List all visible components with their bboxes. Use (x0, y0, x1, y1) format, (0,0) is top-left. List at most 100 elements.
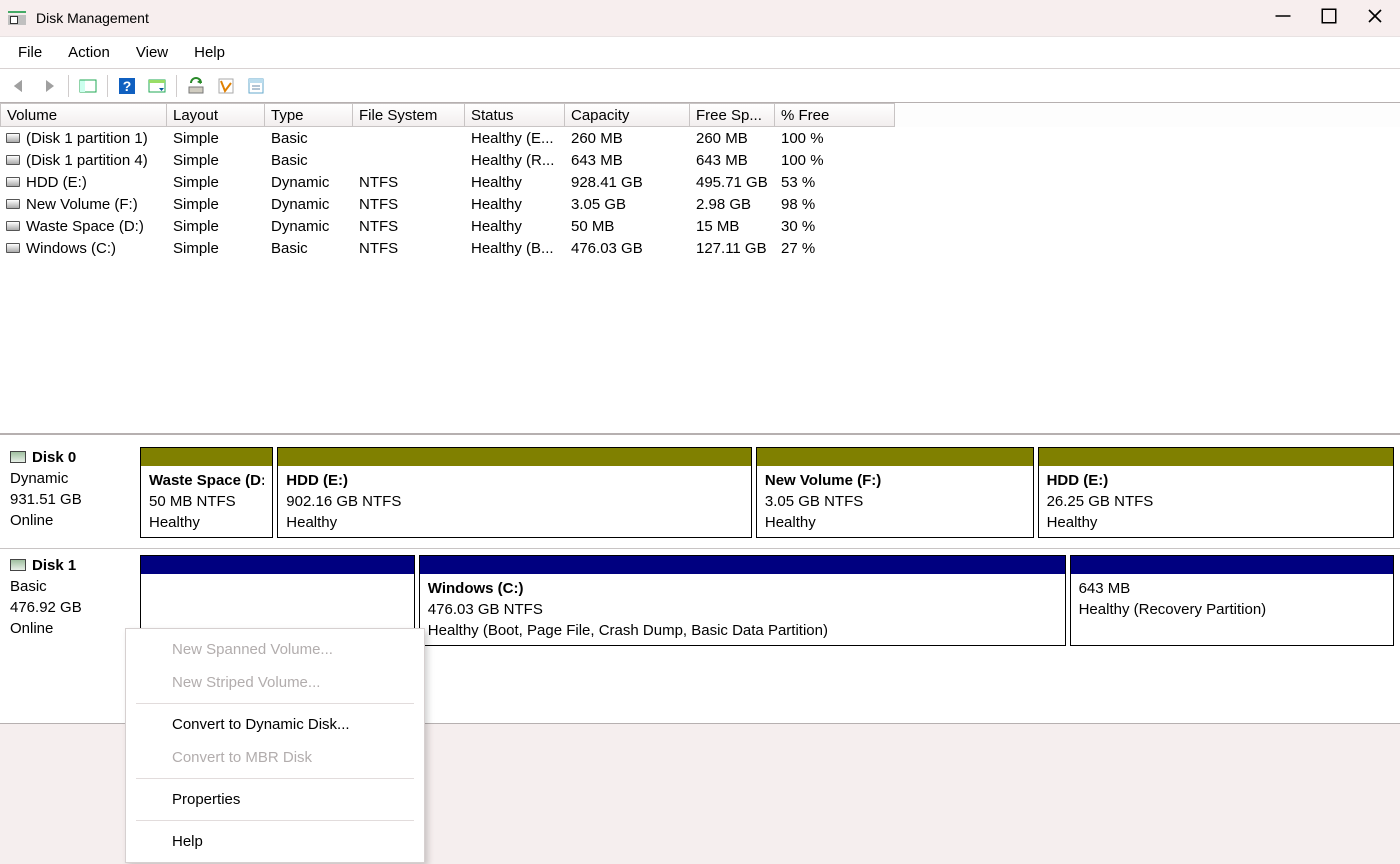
menu-help[interactable]: Help (182, 40, 237, 65)
toolbar: ? (0, 68, 1400, 102)
disk-name: Disk 0 (32, 449, 76, 466)
disk-name: Disk 1 (32, 557, 76, 574)
disk-size: 931.51 GB (10, 489, 136, 510)
volume-capacity: 50 MB (565, 218, 690, 235)
menu-file[interactable]: File (6, 40, 54, 65)
volume-name: (Disk 1 partition 1) (26, 130, 148, 147)
volume-layout: Simple (167, 240, 265, 257)
partition-health: Healthy (1047, 512, 1385, 533)
partition-stripe (1039, 448, 1393, 466)
partition[interactable]: Windows (C:)476.03 GB NTFSHealthy (Boot,… (419, 555, 1066, 646)
window-title: Disk Management (36, 10, 1260, 26)
col-type[interactable]: Type (265, 103, 353, 127)
action-list-button[interactable] (142, 73, 172, 99)
volume-status: Healthy (465, 218, 565, 235)
partition-health: Healthy (Boot, Page File, Crash Dump, Ba… (428, 620, 1057, 641)
volume-pctfree: 27 % (775, 240, 895, 257)
volume-row[interactable]: New Volume (F:)SimpleDynamicNTFSHealthy3… (0, 193, 1400, 215)
volume-name: New Volume (F:) (26, 196, 138, 213)
context-menu-item[interactable]: Properties (126, 783, 424, 816)
close-button[interactable] (1352, 1, 1398, 31)
partition-stripe (141, 556, 414, 574)
volume-icon (6, 177, 20, 187)
context-menu-item: New Striped Volume... (126, 666, 424, 699)
volume-list-header: Volume Layout Type File System Status Ca… (0, 103, 1400, 127)
toolbar-separator (68, 75, 69, 97)
disk-icon (10, 451, 26, 463)
volume-type: Dynamic (265, 218, 353, 235)
col-freespace[interactable]: Free Sp... (690, 103, 775, 127)
partition-stripe (141, 448, 272, 466)
volume-icon (6, 243, 20, 253)
disk-row: Disk 0Dynamic931.51 GBOnlineWaste Space … (0, 441, 1400, 549)
properties-button[interactable] (241, 73, 271, 99)
context-menu-separator (136, 703, 414, 704)
volume-free: 260 MB (690, 130, 775, 147)
menu-view[interactable]: View (124, 40, 180, 65)
back-button[interactable] (4, 73, 34, 99)
volume-type: Dynamic (265, 174, 353, 191)
toolbar-separator (107, 75, 108, 97)
minimize-button[interactable] (1260, 1, 1306, 31)
col-capacity[interactable]: Capacity (565, 103, 690, 127)
col-pctfree[interactable]: % Free (775, 103, 895, 127)
volume-pctfree: 100 % (775, 130, 895, 147)
volume-icon (6, 199, 20, 209)
volume-capacity: 928.41 GB (565, 174, 690, 191)
volume-fs: NTFS (353, 240, 465, 257)
partition[interactable]: New Volume (F:)3.05 GB NTFSHealthy (756, 447, 1034, 538)
rescan-disks-button[interactable] (211, 73, 241, 99)
volume-fs: NTFS (353, 218, 465, 235)
partition-stripe (278, 448, 751, 466)
partition-name: HDD (E:) (286, 470, 743, 491)
volume-name: Waste Space (D:) (26, 218, 144, 235)
maximize-button[interactable] (1306, 1, 1352, 31)
col-layout[interactable]: Layout (167, 103, 265, 127)
volume-capacity: 476.03 GB (565, 240, 690, 257)
partition-info: 26.25 GB NTFS (1047, 491, 1385, 512)
disk-header[interactable]: Disk 0Dynamic931.51 GBOnline (6, 447, 136, 538)
volume-row[interactable]: HDD (E:)SimpleDynamicNTFSHealthy928.41 G… (0, 171, 1400, 193)
volume-free: 127.11 GB (690, 240, 775, 257)
help-button[interactable]: ? (112, 73, 142, 99)
context-menu-separator (136, 820, 414, 821)
partition-name: Waste Space (D:) (149, 470, 264, 491)
partition[interactable]: HDD (E:)902.16 GB NTFSHealthy (277, 447, 752, 538)
col-filesystem[interactable]: File System (353, 103, 465, 127)
volume-fs: NTFS (353, 196, 465, 213)
volume-icon (6, 133, 20, 143)
volume-name: Windows (C:) (26, 240, 116, 257)
partition-info: 643 MB (1079, 578, 1385, 599)
forward-button[interactable] (34, 73, 64, 99)
volume-free: 643 MB (690, 152, 775, 169)
context-menu-item[interactable]: Help (126, 825, 424, 858)
volume-row[interactable]: Waste Space (D:)SimpleDynamicNTFSHealthy… (0, 215, 1400, 237)
context-menu-separator (136, 778, 414, 779)
volume-type: Basic (265, 130, 353, 147)
partition-name: Windows (C:) (428, 578, 1057, 599)
col-status[interactable]: Status (465, 103, 565, 127)
disk-type: Basic (10, 576, 136, 597)
partition[interactable]: 643 MBHealthy (Recovery Partition) (1070, 555, 1394, 646)
volume-capacity: 3.05 GB (565, 196, 690, 213)
volume-status: Healthy (465, 196, 565, 213)
partition[interactable]: HDD (E:)26.25 GB NTFSHealthy (1038, 447, 1394, 538)
partition-stripe (757, 448, 1033, 466)
volume-row[interactable]: Windows (C:)SimpleBasicNTFSHealthy (B...… (0, 237, 1400, 259)
show-hide-console-tree-button[interactable] (73, 73, 103, 99)
volume-icon (6, 221, 20, 231)
partition-info: 50 MB NTFS (149, 491, 264, 512)
menu-action[interactable]: Action (56, 40, 122, 65)
context-menu-item[interactable]: Convert to Dynamic Disk... (126, 708, 424, 741)
volume-free: 15 MB (690, 218, 775, 235)
partition-stripe (1071, 556, 1393, 574)
disk-header[interactable]: Disk 1Basic476.92 GBOnline (6, 555, 136, 646)
partition[interactable]: Waste Space (D:)50 MB NTFSHealthy (140, 447, 273, 538)
col-volume[interactable]: Volume (0, 103, 167, 127)
volume-row[interactable]: (Disk 1 partition 4)SimpleBasicHealthy (… (0, 149, 1400, 171)
refresh-button[interactable] (181, 73, 211, 99)
disk-size: 476.92 GB (10, 597, 136, 618)
context-menu-item: New Spanned Volume... (126, 633, 424, 666)
volume-name: (Disk 1 partition 4) (26, 152, 148, 169)
volume-row[interactable]: (Disk 1 partition 1)SimpleBasicHealthy (… (0, 127, 1400, 149)
